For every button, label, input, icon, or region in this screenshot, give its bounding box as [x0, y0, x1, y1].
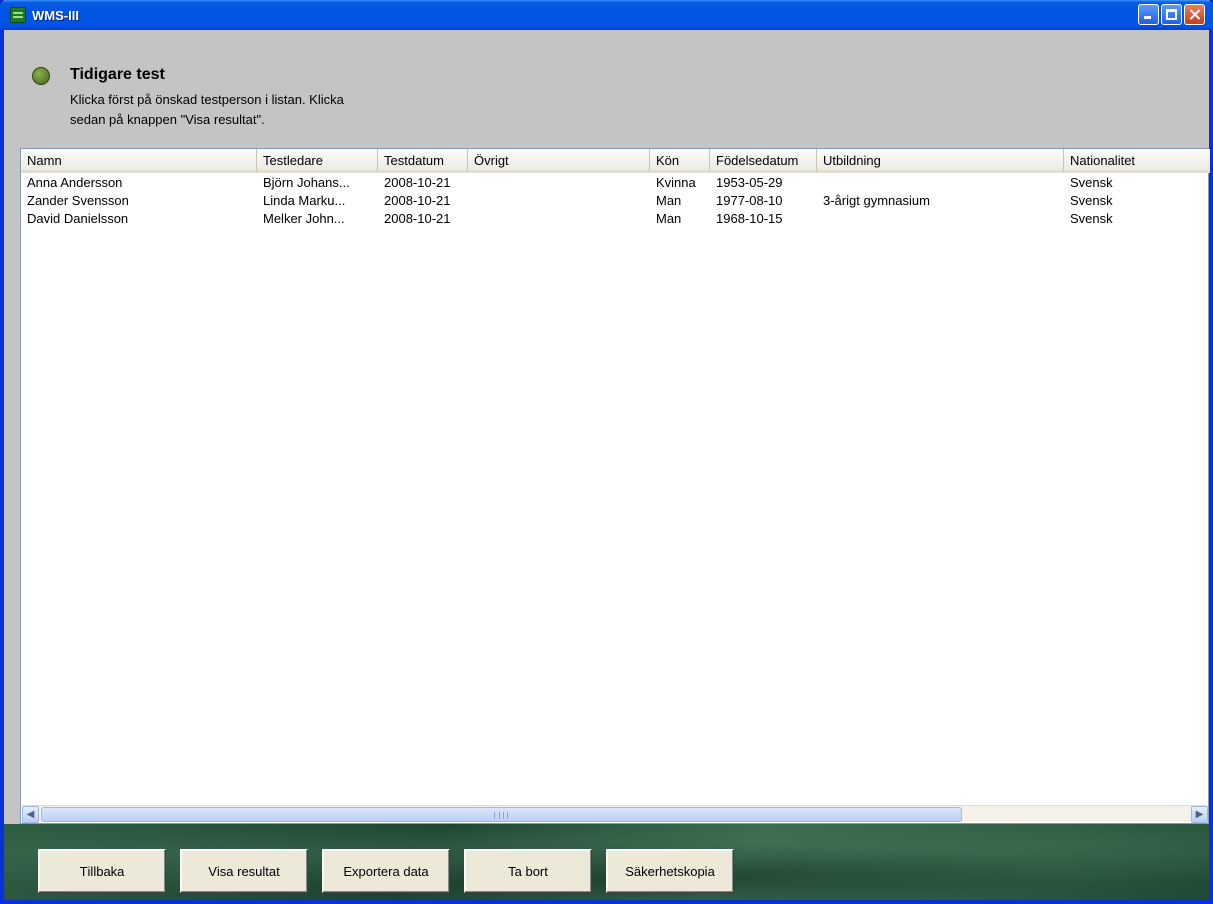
- status-indicator-icon: [32, 67, 50, 85]
- cell-testdatum: 2008-10-21: [384, 175, 451, 190]
- page-title: Tidigare test: [70, 66, 165, 83]
- cell-fodelsedatum: 1953-05-29: [716, 175, 783, 190]
- cell-testledare: Björn Johans...: [263, 175, 350, 190]
- cell-ovrigt: [468, 192, 474, 210]
- show-results-button[interactable]: Visa resultat: [180, 849, 308, 893]
- show-results-label-post: isa resultat: [216, 863, 280, 879]
- column-header-nationalitet[interactable]: Nationalitet: [1064, 149, 1210, 173]
- delete-label-pre: Ta b: [508, 863, 533, 879]
- backup-mnemonic: S: [625, 863, 634, 879]
- back-button-label-post: illbaka: [87, 863, 125, 879]
- arrow-right-icon: ▶: [1195, 809, 1204, 820]
- list-rows: Anna Andersson Björn Johans... 2008-10-2…: [21, 174, 1208, 228]
- back-button[interactable]: Tillbaka: [38, 849, 166, 893]
- table-row[interactable]: Zander Svensson Linda Marku... 2008-10-2…: [21, 192, 1208, 210]
- cell-nationalitet: Svensk: [1070, 175, 1113, 190]
- cell-ovrigt: [468, 210, 474, 228]
- table-row[interactable]: David Danielsson Melker John... 2008-10-…: [21, 210, 1208, 228]
- cell-namn: David Danielsson: [27, 211, 129, 226]
- maximize-icon: [1166, 9, 1177, 20]
- scrollbar-thumb[interactable]: [41, 807, 962, 822]
- backup-button[interactable]: Säkerhetskopia: [606, 849, 734, 893]
- back-button-mnemonic: T: [79, 863, 88, 879]
- column-header-utbildning[interactable]: Utbildning: [817, 149, 1064, 173]
- table-row[interactable]: Anna Andersson Björn Johans... 2008-10-2…: [21, 174, 1208, 192]
- column-header-testdatum[interactable]: Testdatum: [378, 149, 468, 173]
- delete-button[interactable]: Ta b o rt: [464, 849, 592, 893]
- header-panel: Tidigare test Klicka först på önskad tes…: [4, 30, 1209, 146]
- column-header-namn[interactable]: Namn: [21, 149, 257, 173]
- cell-ovrigt: [468, 174, 474, 192]
- list-header: Namn Testledare Testdatum Övrigt Kön Föd…: [21, 149, 1210, 173]
- backup-label-post: äkerhetskopia: [633, 863, 715, 879]
- horizontal-scrollbar[interactable]: ◀ ▶: [22, 805, 1208, 823]
- column-header-ovrigt[interactable]: Övrigt: [468, 149, 650, 173]
- cell-utbildning: [817, 210, 823, 228]
- cell-kon: Man: [656, 211, 682, 226]
- cell-nationalitet: Svensk: [1070, 211, 1113, 226]
- scroll-left-button[interactable]: ◀: [22, 806, 39, 823]
- show-results-mnemonic: V: [208, 863, 217, 879]
- button-bar: Tillbaka Visa resultat Exportera data Ta…: [4, 824, 1209, 900]
- window-controls: [1138, 4, 1205, 25]
- maximize-button[interactable]: [1161, 4, 1182, 25]
- delete-label-post: rt: [539, 863, 548, 879]
- instructions-line-1: Klicka först på önskad testperson i list…: [70, 92, 344, 107]
- cell-fodelsedatum: 1977-08-10: [716, 193, 783, 208]
- cell-utbildning: 3-årigt gymnasium: [823, 193, 930, 208]
- column-header-fodelsedatum[interactable]: Födelsedatum: [710, 149, 817, 173]
- column-header-testledare[interactable]: Testledare: [257, 149, 378, 173]
- column-header-kon[interactable]: Kön: [650, 149, 710, 173]
- minimize-button[interactable]: [1138, 4, 1159, 25]
- delete-mnemonic: o: [532, 863, 540, 879]
- app-window: WMS-III Tidigare test Klicka först på ön…: [0, 0, 1213, 904]
- test-list[interactable]: Namn Testledare Testdatum Övrigt Kön Föd…: [20, 148, 1210, 824]
- title-bar[interactable]: WMS-III: [0, 0, 1213, 30]
- cell-kon: Kvinna: [656, 175, 696, 190]
- wms-app-icon[interactable]: [10, 7, 26, 23]
- export-label-post: xportera data: [352, 863, 429, 879]
- instructions-text: Klicka först på önskad testperson i list…: [70, 90, 430, 130]
- cell-namn: Anna Andersson: [27, 175, 123, 190]
- instructions-line-2: sedan på knappen "Visa resultat".: [70, 112, 265, 127]
- window-title: WMS-III: [32, 7, 79, 23]
- close-icon: [1185, 5, 1204, 24]
- minimize-icon: [1144, 16, 1151, 19]
- arrow-left-icon: ◀: [26, 809, 35, 820]
- cell-testdatum: 2008-10-21: [384, 211, 451, 226]
- close-button[interactable]: [1184, 4, 1205, 25]
- cell-nationalitet: Svensk: [1070, 193, 1113, 208]
- export-mnemonic: E: [343, 863, 353, 879]
- cell-testledare: Melker John...: [263, 211, 345, 226]
- cell-testledare: Linda Marku...: [263, 193, 346, 208]
- grip-icon: [494, 812, 508, 819]
- cell-namn: Zander Svensson: [27, 193, 129, 208]
- cell-utbildning: [817, 174, 823, 192]
- scroll-right-button[interactable]: ▶: [1191, 806, 1208, 823]
- export-data-button[interactable]: Exportera data: [322, 849, 450, 893]
- cell-kon: Man: [656, 193, 682, 208]
- cell-testdatum: 2008-10-21: [384, 193, 451, 208]
- cell-fodelsedatum: 1968-10-15: [716, 211, 783, 226]
